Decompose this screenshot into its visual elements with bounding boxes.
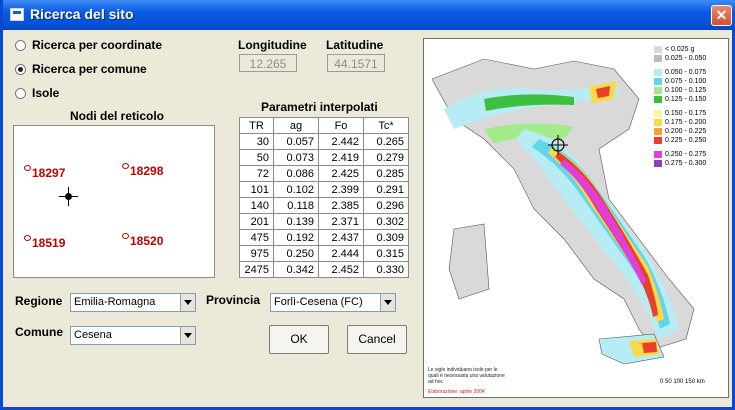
legend-item: 0.150 - 0.175 — [654, 109, 724, 118]
table-row: 140 0.118 2.385 0.296 — [239, 197, 409, 214]
node-label: 18297 — [24, 165, 65, 180]
chevron-down-icon[interactable] — [380, 294, 395, 311]
node-label: 18519 — [24, 235, 65, 250]
legend-item: 0.100 - 0.125 — [654, 86, 724, 95]
legend-item: 0.200 - 0.225 — [654, 127, 724, 136]
hazard-map[interactable]: < 0.025 g 0.025 - 0.050 0.050 - 0.075 0.… — [423, 38, 729, 398]
radio-indicator — [15, 88, 26, 100]
table-row: 475 0.192 2.437 0.309 — [239, 229, 409, 246]
app-icon — [10, 8, 24, 21]
nodes-panel: 18297 18298 18519 18520 — [13, 125, 215, 278]
table-row: 101 0.102 2.399 0.291 — [239, 181, 409, 198]
legend-item: < 0.025 g — [654, 45, 724, 54]
title-bar[interactable]: Ricerca del sito ✕ — [3, 0, 735, 30]
table-row: 2475 0.342 2.452 0.330 — [239, 261, 409, 278]
window-title: Ricerca del sito — [30, 6, 134, 22]
radio-coordinate[interactable]: Ricerca per coordinate — [15, 37, 162, 53]
table-row: 72 0.086 2.425 0.285 — [239, 165, 409, 182]
latitude-field[interactable]: 44.1571 — [327, 54, 385, 72]
legend-item: 0.050 - 0.075 — [654, 68, 724, 77]
legend-item: 0.125 - 0.150 — [654, 95, 724, 104]
table-row: 201 0.139 2.371 0.302 — [239, 213, 409, 230]
table-header-row: TR ag Fo Tc* — [239, 117, 409, 134]
radio-isole[interactable]: Isole — [15, 85, 59, 101]
comune-select[interactable]: Cesena — [70, 326, 196, 345]
params-table: TR ag Fo Tc* 30 0.057 2.442 0.265 50 0.073 2.419… — [239, 117, 409, 278]
nodes-title: Nodi del reticolo — [70, 109, 165, 123]
legend-item: 0.025 - 0.050 — [654, 54, 724, 63]
params-title: Parametri interpolati — [261, 100, 378, 114]
legend-item: 0.275 - 0.300 — [654, 159, 724, 168]
region-select[interactable]: Emilia-Romagna — [70, 293, 196, 312]
map-scale: 0 50 100 150 km — [660, 379, 705, 385]
longitude-label: Longitudine — [238, 38, 307, 52]
province-select[interactable]: Forlì-Cesena (FC) — [270, 293, 396, 312]
close-button[interactable]: ✕ — [711, 5, 732, 26]
latitude-label: Latitudine — [326, 38, 384, 52]
site-crosshair-icon — [59, 187, 78, 206]
longitude-field[interactable]: 12.265 — [239, 54, 297, 72]
legend-item: 0.075 - 0.100 — [654, 77, 724, 86]
node-label: 18520 — [122, 233, 163, 248]
node-label: 18298 — [122, 163, 163, 178]
comune-label: Comune — [15, 325, 63, 339]
table-row: 975 0.250 2.444 0.315 — [239, 245, 409, 262]
radio-indicator-selected — [15, 64, 26, 76]
legend-item: 0.250 - 0.275 — [654, 150, 724, 159]
ok-button[interactable]: OK — [269, 325, 329, 354]
map-legend: < 0.025 g 0.025 - 0.050 0.050 - 0.075 0.… — [654, 45, 724, 168]
radio-indicator — [15, 40, 26, 52]
cancel-button[interactable]: Cancel — [347, 325, 407, 354]
map-note: Le sigle individuano isole per le quali … — [428, 367, 505, 385]
table-row: 30 0.057 2.442 0.265 — [239, 133, 409, 150]
province-label: Provincia — [206, 293, 261, 307]
radio-comune[interactable]: Ricerca per comune — [15, 61, 147, 77]
chevron-down-icon[interactable] — [180, 327, 195, 344]
chevron-down-icon[interactable] — [180, 294, 195, 311]
dialog-window: Ricerca del sito ✕ Ricerca per coordinat… — [0, 0, 735, 410]
table-row: 50 0.073 2.419 0.279 — [239, 149, 409, 166]
legend-item: 0.175 - 0.200 — [654, 118, 724, 127]
region-label: Regione — [15, 294, 63, 308]
map-credit: Elaborazione: aprile 2004 — [428, 389, 485, 395]
legend-item: 0.225 - 0.250 — [654, 136, 724, 145]
